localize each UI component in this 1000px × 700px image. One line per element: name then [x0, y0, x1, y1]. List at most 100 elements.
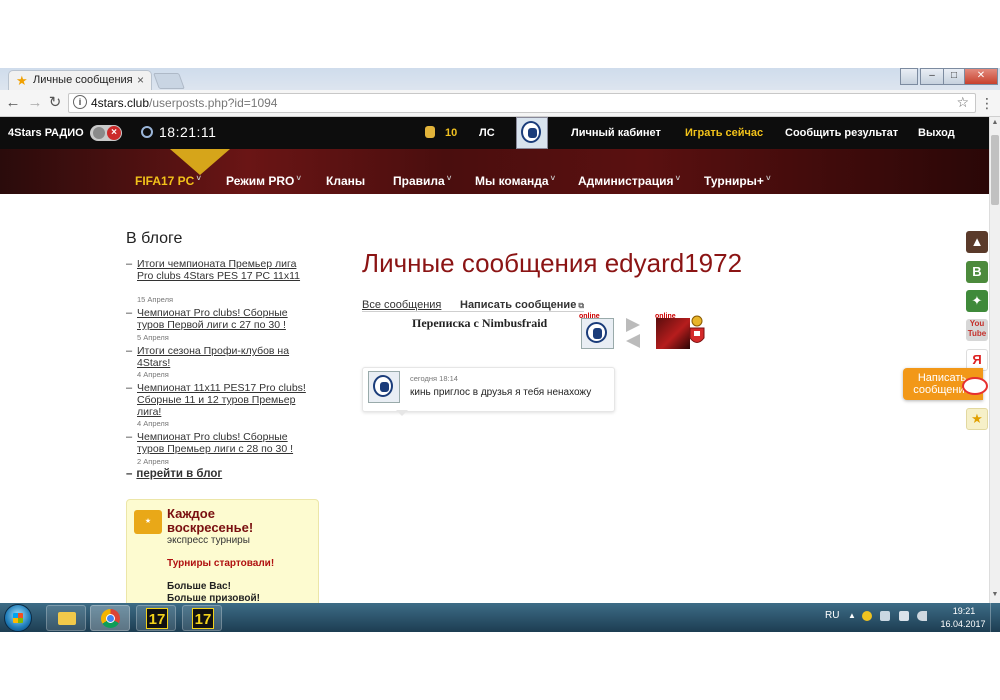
fifa17-icon: 17 [146, 608, 168, 629]
chevron-down-icon: ˅ [196, 174, 202, 183]
chrome-icon [101, 609, 120, 628]
blog-item: – Чемпионат 11x11 PES17 Pro clubs! Сборн… [126, 382, 311, 418]
nav-fifa17[interactable]: FIFA17 PC ˅ [135, 174, 201, 188]
my-avatar[interactable] [581, 318, 614, 349]
star-outline-icon[interactable]: ☆ [956, 94, 969, 111]
network-icon[interactable] [899, 611, 909, 621]
user-avatar[interactable] [516, 117, 548, 149]
star-icon: ★ [16, 73, 28, 88]
scroll-down-icon[interactable]: ▼ [990, 591, 1000, 601]
minimize-button[interactable]: – [920, 68, 944, 85]
tab-write-label: Написать сообщение [460, 299, 577, 311]
nav-we-team[interactable]: Мы команда ˅ [475, 174, 555, 188]
arrow-right-icon[interactable]: → [26, 94, 44, 112]
volume-icon[interactable] [917, 611, 927, 621]
blog-date: 2 Апреля [137, 457, 169, 466]
blog-date: 5 Апреля [137, 333, 169, 342]
promo-more-you: Больше Вас! [167, 581, 231, 592]
twitter-icon[interactable]: ✦ [966, 290, 988, 312]
play-icon [93, 127, 105, 139]
youtube-icon[interactable]: You Tube [966, 319, 988, 341]
tray-flag-icon[interactable] [880, 611, 890, 621]
list-dash: – [126, 307, 133, 319]
tray-app-icon[interactable] [862, 611, 872, 621]
blog-more: – перейти в блог [126, 468, 223, 480]
report-result-link[interactable]: Сообщить результат [785, 127, 898, 139]
chevron-down-icon: ˅ [675, 174, 681, 183]
message-avatar[interactable] [368, 371, 400, 403]
arrow-left-icon[interactable]: ← [4, 94, 22, 112]
nav-label: FIFA17 PC [135, 174, 195, 188]
blog-link[interactable]: Чемпионат Pro clubs! Сборные туров Перво… [137, 307, 307, 331]
show-desktop-button[interactable] [990, 603, 1000, 632]
close-icon[interactable]: × [137, 73, 144, 87]
tray-time[interactable]: 19:21 [944, 606, 984, 616]
coins-icon [425, 126, 435, 138]
scroll-up-icon[interactable]: ▲ [990, 119, 1000, 129]
address-bar[interactable]: i 4stars.club/userposts.php?id=1094 ☆ [68, 93, 976, 113]
logout-link[interactable]: Выход [918, 127, 955, 139]
clock-text: 18:21:11 [159, 124, 217, 140]
url-host: 4stars.club [91, 96, 150, 110]
peer-avatar[interactable] [656, 318, 690, 349]
promo-subtitle: экспресс турниры [167, 535, 250, 546]
new-tab-button[interactable] [153, 73, 185, 89]
coins-count: 10 [445, 127, 458, 139]
tray-date[interactable]: 16.04.2017 [938, 619, 988, 629]
promo-logo-icon: ★ [134, 510, 162, 534]
crest-core [379, 381, 389, 393]
tray-expand-icon[interactable]: ▲ [848, 611, 856, 620]
blog-more-link[interactable]: перейти в блог [136, 468, 222, 480]
radio-label: 4Stars РАДИО [8, 127, 84, 139]
cap-icon[interactable]: ▲ [966, 231, 988, 253]
message-text: кинь приглос в друзья я тебя ненахожу [410, 387, 592, 398]
tabs-divider [362, 311, 584, 312]
list-dash: – [126, 382, 133, 394]
blog-link[interactable]: Итоги чемпионата Премьер лига Pro clubs … [137, 258, 307, 282]
close-window-button[interactable]: ✕ [964, 68, 998, 85]
blog-date: 4 Апреля [137, 419, 169, 428]
cabinet-link[interactable]: Личный кабинет [571, 127, 661, 139]
list-dash: – [126, 431, 133, 443]
vk-icon[interactable]: В [966, 261, 988, 283]
list-dash: – [126, 345, 133, 357]
url-path: /userposts.php?id=1094 [149, 96, 278, 110]
info-icon[interactable]: i [73, 95, 87, 109]
nav-clans[interactable]: Кланы [326, 174, 365, 188]
menu-dots-icon[interactable]: ⋮ [980, 94, 994, 112]
nav-label: Мы команда [475, 174, 549, 188]
maximize-button[interactable]: □ [943, 68, 965, 85]
conversation-title: Переписка с Nimbusfraid [412, 316, 548, 330]
stop-icon: × [107, 126, 121, 140]
tab-title: Личные сообщения edy [33, 74, 133, 86]
nav-tournaments[interactable]: Турниры+ ˅ [704, 174, 771, 188]
arrow-right-icon [626, 318, 640, 332]
scroll-thumb[interactable] [991, 135, 999, 205]
nav-administration[interactable]: Администрация ˅ [578, 174, 680, 188]
star-icon[interactable]: ★ [966, 408, 988, 430]
taskbar-fifa17[interactable]: 17 [136, 605, 176, 631]
browser-tab[interactable]: ★ Личные сообщения edy × [8, 70, 152, 91]
clock-icon [141, 126, 153, 138]
play-now-link[interactable]: Играть сейчас [685, 127, 763, 139]
ls-link[interactable]: ЛС [479, 127, 495, 139]
speech-bubble-icon[interactable] [962, 377, 988, 395]
nav-rules[interactable]: Правила ˅ [393, 174, 451, 188]
nav-pro-mode[interactable]: Режим PRO ˅ [226, 174, 301, 188]
start-button[interactable] [4, 604, 32, 632]
list-dash: – [126, 258, 133, 270]
blog-link[interactable]: Чемпионат Pro clubs! Сборные туров Премь… [137, 431, 307, 455]
blog-link[interactable]: Итоги сезона Профи-клубов на 4Stars! [137, 345, 307, 369]
nav-label: Режим PRO [226, 174, 295, 188]
taskbar-fifa17[interactable]: 17 [182, 605, 222, 631]
nav-label: Правила [393, 174, 445, 188]
tab-all-messages[interactable]: Все сообщения [362, 299, 441, 311]
profile-icon[interactable] [900, 68, 918, 85]
taskbar-explorer[interactable] [46, 605, 86, 631]
taskbar-chrome[interactable] [90, 605, 130, 631]
crest-core [527, 127, 537, 139]
blog-link[interactable]: Чемпионат 11x11 PES17 Pro clubs! Сборные… [137, 382, 307, 418]
reload-icon[interactable]: ↻ [46, 94, 64, 112]
language-indicator[interactable]: RU [825, 610, 839, 621]
radio-toggle[interactable]: × [90, 125, 122, 141]
